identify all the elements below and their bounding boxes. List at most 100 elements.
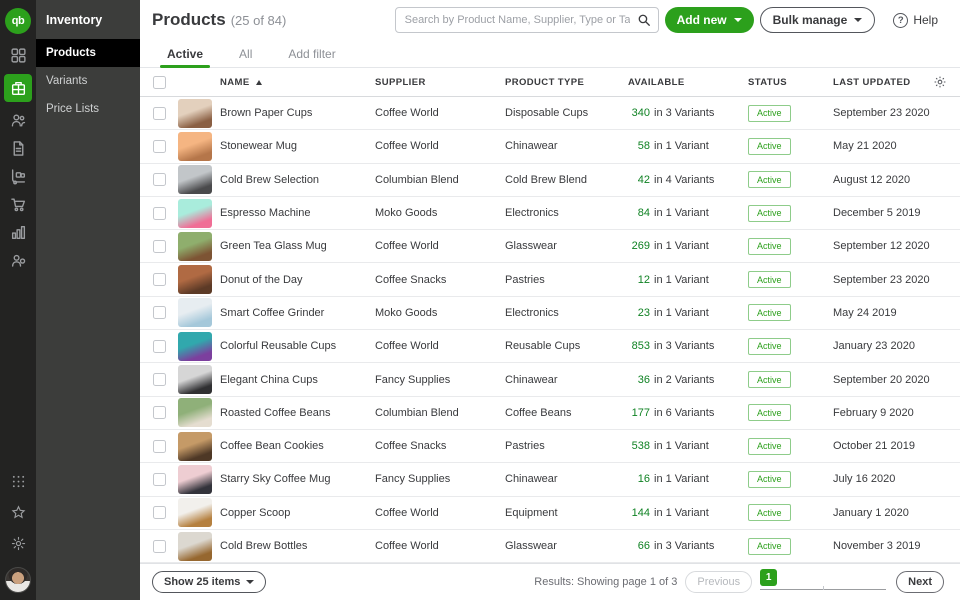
- supplier: Moko Goods: [375, 207, 505, 219]
- row-checkbox[interactable]: [153, 506, 166, 519]
- tab-all[interactable]: All: [232, 40, 259, 67]
- available-quantity: 144: [628, 507, 650, 519]
- table-row[interactable]: Espresso MachineMoko GoodsElectronics84i…: [140, 197, 960, 230]
- available-quantity: 36: [628, 374, 650, 386]
- current-page-button[interactable]: 1: [760, 569, 777, 586]
- document-icon[interactable]: [4, 139, 32, 158]
- tab-active[interactable]: Active: [160, 40, 210, 67]
- search-input[interactable]: [395, 7, 659, 33]
- available: 538in 1 Variant: [628, 440, 748, 452]
- available-quantity: 269: [628, 240, 650, 252]
- product-name: Copper Scoop: [220, 507, 375, 519]
- product-name: Smart Coffee Grinder: [220, 307, 375, 319]
- table-row[interactable]: Colorful Reusable CupsCoffee WorldReusab…: [140, 330, 960, 363]
- sidebar-item-variants[interactable]: Variants: [36, 67, 140, 95]
- column-header-supplier[interactable]: SUPPLIER: [375, 77, 505, 88]
- row-checkbox[interactable]: [153, 207, 166, 220]
- last-updated: February 9 2020: [833, 407, 930, 419]
- row-checkbox[interactable]: [153, 273, 166, 286]
- customers-icon[interactable]: [4, 251, 32, 270]
- product-name: Brown Paper Cups: [220, 107, 375, 119]
- column-settings-icon[interactable]: [930, 75, 960, 89]
- next-page-button[interactable]: Next: [896, 571, 944, 593]
- status-badge: Active: [748, 438, 791, 455]
- rail-bottom-icons: [5, 474, 31, 600]
- product-thumbnail: [178, 232, 212, 261]
- dashboard-icon[interactable]: [4, 46, 32, 65]
- table-row[interactable]: Green Tea Glass MugCoffee WorldGlasswear…: [140, 230, 960, 263]
- supplier: Coffee World: [375, 140, 505, 152]
- show-items-button[interactable]: Show 25 items: [152, 571, 266, 593]
- available: 269 in 1 Variant: [628, 240, 748, 252]
- table-row[interactable]: Cold Brew SelectionColumbian BlendCold B…: [140, 164, 960, 197]
- row-checkbox[interactable]: [153, 240, 166, 253]
- column-header-last-updated[interactable]: LAST UPDATED: [833, 77, 930, 88]
- variant-count: in 1 Variant: [654, 240, 709, 252]
- table-row[interactable]: Copper ScoopCoffee WorldEquipment144in 1…: [140, 497, 960, 530]
- column-header-status[interactable]: STATUS: [748, 77, 833, 88]
- bulk-manage-label: Bulk manage: [773, 13, 848, 27]
- bulk-manage-button[interactable]: Bulk manage: [760, 7, 876, 33]
- table-row[interactable]: Stonewear MugCoffee WorldChinawear58in 1…: [140, 130, 960, 163]
- sidebar-items: ProductsVariantsPrice Lists: [36, 39, 140, 123]
- pagination-tick: [823, 586, 824, 590]
- settings-icon[interactable]: [11, 536, 26, 556]
- star-icon[interactable]: [11, 505, 26, 525]
- page-header: Products (25 of 84) Add new Bulk manage ?…: [140, 0, 960, 40]
- product-thumbnail: [178, 532, 212, 561]
- row-checkbox[interactable]: [153, 373, 166, 386]
- page-count: (25 of 84): [231, 13, 287, 28]
- row-checkbox[interactable]: [153, 340, 166, 353]
- product-type: Chinawear: [505, 374, 628, 386]
- table-row[interactable]: Elegant China CupsFancy SuppliesChinawea…: [140, 363, 960, 396]
- sidebar-item-price-lists[interactable]: Price Lists: [36, 95, 140, 123]
- last-updated: October 21 2019: [833, 440, 930, 452]
- select-all-checkbox[interactable]: [153, 76, 166, 89]
- available: 58in 1 Variant: [628, 140, 748, 152]
- column-header-available[interactable]: AVAILABLE: [628, 77, 748, 88]
- reports-icon[interactable]: [4, 223, 32, 242]
- sidebar-item-products[interactable]: Products: [36, 39, 140, 67]
- row-checkbox[interactable]: [153, 440, 166, 453]
- table-row[interactable]: Smart Coffee GrinderMoko GoodsElectronic…: [140, 297, 960, 330]
- last-updated: September 23 2020: [833, 107, 930, 119]
- add-new-label: Add new: [677, 13, 727, 27]
- available: 66in 3 Variants: [628, 540, 748, 552]
- row-checkbox[interactable]: [153, 306, 166, 319]
- column-header-name[interactable]: NAME: [220, 77, 375, 88]
- supplier: Coffee Snacks: [375, 440, 505, 452]
- page-title-text: Products: [152, 10, 226, 29]
- contacts-icon[interactable]: [4, 111, 32, 130]
- table-row[interactable]: Roasted Coffee BeansColumbian BlendCoffe…: [140, 397, 960, 430]
- column-header-product-type[interactable]: PRODUCT TYPE: [505, 77, 628, 88]
- row-checkbox[interactable]: [153, 406, 166, 419]
- cart-icon[interactable]: [4, 195, 32, 214]
- apps-icon[interactable]: [11, 474, 26, 494]
- row-checkbox[interactable]: [153, 173, 166, 186]
- table-row[interactable]: Brown Paper CupsCoffee WorldDisposable C…: [140, 97, 960, 130]
- quickbooks-logo[interactable]: qb: [5, 8, 31, 34]
- row-checkbox[interactable]: [153, 107, 166, 120]
- status-badge: Active: [748, 238, 791, 255]
- add-new-button[interactable]: Add new: [665, 7, 754, 33]
- status-badge: Active: [748, 105, 791, 122]
- product-type: Pastries: [505, 274, 628, 286]
- product-type: Reusable Cups: [505, 340, 628, 352]
- row-checkbox[interactable]: [153, 540, 166, 553]
- status: Active: [748, 438, 833, 455]
- shipping-icon[interactable]: [4, 167, 32, 186]
- table-row[interactable]: Starry Sky Coffee MugFancy SuppliesChina…: [140, 463, 960, 496]
- previous-page-button[interactable]: Previous: [685, 571, 752, 593]
- user-avatar[interactable]: [5, 567, 31, 593]
- table-row[interactable]: Cold Brew BottlesCoffee WorldGlasswear66…: [140, 530, 960, 563]
- inventory-icon[interactable]: [4, 74, 32, 102]
- search-box: [395, 7, 659, 33]
- row-checkbox[interactable]: [153, 140, 166, 153]
- filter-tabs: Active All Add filter: [140, 40, 960, 68]
- help-button[interactable]: ? Help: [893, 13, 938, 28]
- table-row[interactable]: Donut of the DayCoffee SnacksPastries12i…: [140, 263, 960, 296]
- tab-add-filter[interactable]: Add filter: [281, 40, 342, 67]
- row-checkbox[interactable]: [153, 473, 166, 486]
- product-type: Electronics: [505, 307, 628, 319]
- table-row[interactable]: Coffee Bean CookiesCoffee SnacksPastries…: [140, 430, 960, 463]
